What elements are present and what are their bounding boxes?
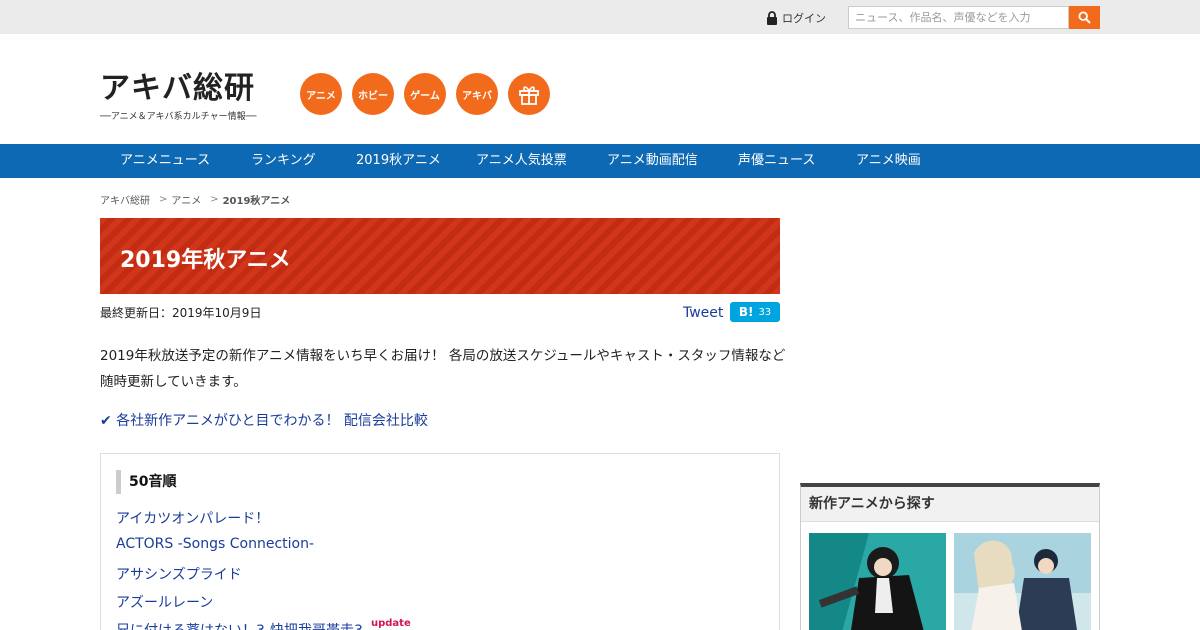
login-link[interactable]: ログイン (766, 10, 826, 26)
nav-item-anime-news[interactable]: アニメニュース (120, 144, 210, 178)
site-logo[interactable]: アキバ総研 ──アニメ＆アキバ系カルチャー情報── (100, 71, 282, 123)
list-item[interactable]: ACTORS -Songs Connection- (116, 536, 314, 552)
hatena-icon: B! (738, 305, 754, 319)
title-list-box: 50音順 アイカツオンパレード！ ACTORS -Songs Connectio… (100, 453, 780, 630)
nav-item-video-streaming[interactable]: アニメ動画配信 (607, 144, 698, 178)
list-item[interactable]: アサシンズプライド (116, 564, 242, 584)
search-icon (1078, 11, 1091, 24)
hatena-bookmark-button[interactable]: B! 33 (730, 302, 780, 322)
category-anime-button[interactable]: アニメ (300, 73, 342, 115)
anime-key-visual-image (809, 533, 946, 630)
nav-item-popularity-vote[interactable]: アニメ人気投票 (476, 144, 567, 178)
page-title: 2019年秋アニメ (120, 248, 291, 273)
last-updated: 最終更新日：2019年10月9日 (100, 306, 262, 320)
search-button[interactable] (1069, 6, 1100, 29)
tweet-button[interactable]: Tweet (683, 305, 723, 321)
logo-tagline: ──アニメ＆アキバ系カルチャー情報── (100, 112, 257, 122)
category-game-button[interactable]: ゲーム (404, 73, 446, 115)
list-heading: 50音順 (116, 470, 176, 494)
nav-item-anime-movie[interactable]: アニメ映画 (856, 144, 921, 178)
search-input[interactable] (848, 6, 1069, 29)
update-badge: update (371, 618, 411, 629)
breadcrumb: アキバ総研 > アニメ > 2019秋アニメ (100, 192, 290, 207)
category-akiba-button[interactable]: アキバ (456, 73, 498, 115)
category-hobby-button[interactable]: ホビー (352, 73, 394, 115)
breadcrumb-current: 2019秋アニメ (222, 196, 291, 207)
intro-text: 2019年秋放送予定の新作アニメ情報をいち早くお届け！ 各局の放送スケジュールや… (100, 348, 786, 390)
present-button[interactable] (508, 73, 550, 115)
chevron-right-icon: > (159, 194, 168, 205)
page-title-banner: 2019年秋アニメ (100, 218, 780, 294)
hatena-count: 33 (758, 306, 772, 318)
breadcrumb-home[interactable]: アキバ総研 (100, 192, 150, 207)
nav-item-2019-autumn[interactable]: 2019秋アニメ (356, 144, 441, 178)
nav-item-ranking[interactable]: ランキング (251, 144, 316, 178)
sidebar-heading: 新作アニメから探す (801, 487, 1099, 522)
list-item[interactable]: アイカツオンパレード！ (116, 508, 269, 528)
anime-key-visual-image (954, 533, 1091, 630)
chevron-right-icon: > (210, 194, 219, 205)
sidebar-new-anime: 新作アニメから探す (800, 483, 1100, 630)
lock-icon (767, 11, 777, 25)
streaming-compare-link[interactable]: ✔ 各社新作アニメがひと目でわかる！ 配信会社比較 (100, 410, 428, 430)
nav-item-voice-actor-news[interactable]: 声優ニュース (738, 144, 815, 178)
gift-icon (519, 86, 539, 105)
breadcrumb-anime[interactable]: アニメ (171, 192, 201, 207)
anime-thumbnail[interactable] (954, 533, 1091, 630)
anime-thumbnail[interactable] (809, 533, 946, 630)
list-item[interactable]: アズールレーン (116, 592, 213, 612)
list-item[interactable]: 兄に付ける薬はない！3-快把我哥帯走3- (116, 620, 368, 630)
top-utility-bar: ログイン (0, 0, 1200, 34)
main-nav: アニメニュース ランキング 2019秋アニメ アニメ人気投票 アニメ動画配信 声… (0, 144, 1200, 178)
logo-text: アキバ総研 (100, 71, 255, 106)
login-label: ログイン (782, 12, 826, 25)
